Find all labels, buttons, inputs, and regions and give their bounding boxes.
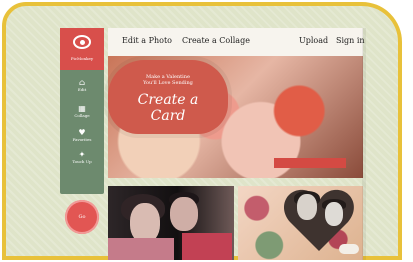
woman-face [130, 203, 160, 243]
nav-edit-photo[interactable]: Edit a Photo [122, 36, 172, 45]
couple-photo-tile[interactable] [108, 186, 234, 260]
sidebar-item-label: Favorites [72, 137, 92, 142]
brand-logo[interactable]: PicMonkey [60, 28, 104, 70]
grid-icon: ▦ [78, 104, 86, 113]
sidebar-item-label: Edit [77, 87, 87, 92]
sidebar-item-collage[interactable]: ▦ Collage [66, 104, 98, 118]
hero-headline: Create a Card [137, 92, 199, 124]
corner-badge [339, 244, 359, 254]
nav-create-collage[interactable]: Create a Collage [182, 36, 250, 45]
camera-icon: ⌂ [78, 78, 86, 87]
brand-name: PicMonkey [70, 56, 94, 61]
eye-icon [73, 35, 91, 49]
app-screenshot: PicMonkey ⌂ Edit ▦ Collage ♥ Favorites ✦… [0, 0, 413, 262]
sidebar-item-label: Touch Up [72, 159, 92, 164]
hero-line-2: You'll Love Sending [143, 80, 193, 86]
sidebar-item-touchup[interactable]: ✦ Touch Up [66, 150, 98, 164]
go-badge-button[interactable]: Go [65, 200, 99, 234]
page-shadow [362, 28, 366, 260]
woman-shoulder [108, 238, 174, 260]
right-face [325, 202, 343, 226]
man-face [170, 197, 198, 231]
left-face [297, 194, 317, 220]
sidebar-item-label: Collage [74, 113, 90, 118]
nav-upload[interactable]: Upload [299, 36, 328, 45]
sidebar-item-favorites[interactable]: ♥ Favorites [66, 128, 98, 142]
hero-ribbon[interactable] [274, 158, 346, 168]
man-shirt [182, 233, 232, 260]
sidebar-item-edit[interactable]: ⌂ Edit [66, 78, 98, 92]
nav-sign-in[interactable]: Sign in [336, 36, 365, 45]
brush-icon: ✦ [78, 150, 86, 159]
badge-label: Go [78, 214, 86, 220]
top-note [310, 10, 395, 20]
heart-icon: ♥ [78, 128, 86, 137]
